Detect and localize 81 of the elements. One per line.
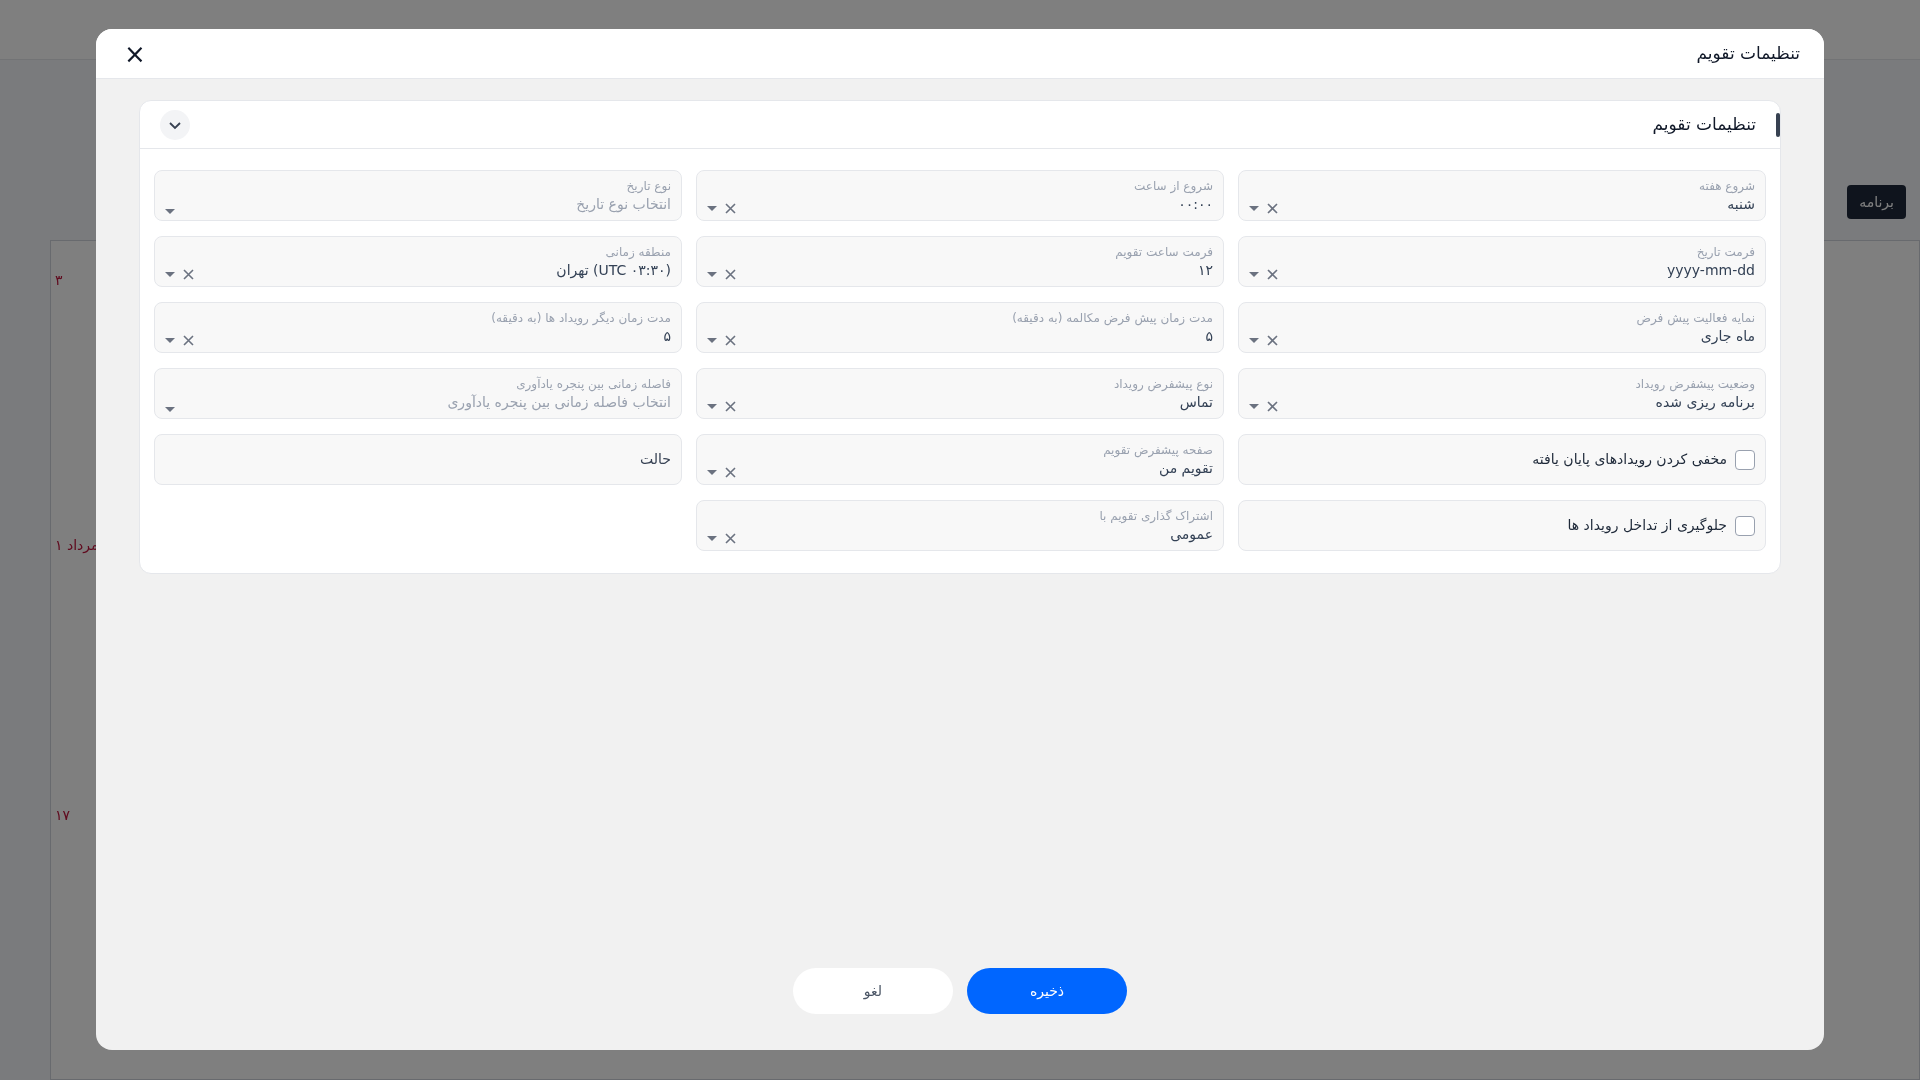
clear-icon[interactable] — [1267, 401, 1278, 412]
dropdown-caret-icon[interactable] — [707, 338, 717, 343]
field-value: ماه جاری — [1699, 326, 1755, 346]
field-label: مدت زمان دیگر رویداد ها (به دقیقه) — [491, 309, 671, 326]
dropdown-caret-icon[interactable] — [707, 536, 717, 541]
dropdown-caret-icon[interactable] — [707, 404, 717, 409]
field-label: شروع از ساعت — [1133, 177, 1213, 194]
clear-icon[interactable] — [725, 533, 736, 544]
select-field[interactable]: اشتراک گذاری تقویم با عمومی — [696, 500, 1224, 551]
select-field[interactable]: شروع از ساعت ۰۰:۰۰ — [696, 170, 1224, 221]
field-label: مدت زمان پیش فرض مکالمه (به دقیقه) — [1012, 309, 1213, 326]
clear-icon[interactable] — [1267, 269, 1278, 280]
checkbox[interactable] — [1735, 449, 1755, 470]
dialog-title: تنظیمات تقویم — [1696, 41, 1800, 65]
field-label: فرمت تاریخ — [1695, 243, 1755, 260]
field-value: ۵ — [1204, 326, 1213, 346]
select-field[interactable]: نوع پیشفرض رویداد تماس — [696, 368, 1224, 419]
field-label: فاصله زمانی بین پنجره یادآوری — [515, 375, 671, 392]
clear-icon[interactable] — [1267, 203, 1278, 214]
field-label: نوع پیشفرض رویداد — [1113, 375, 1213, 392]
clear-icon[interactable] — [725, 401, 736, 412]
field-placeholder: انتخاب نوع تاریخ — [576, 194, 671, 214]
dropdown-caret-icon[interactable] — [165, 209, 175, 214]
field-label: صفحه پیشفرض تقویم — [1103, 441, 1213, 458]
dropdown-caret-icon[interactable] — [1249, 206, 1259, 211]
clear-icon[interactable] — [183, 335, 194, 346]
select-field[interactable]: منطقه زمانی (UTC ۰۳:۳۰) تهران — [154, 236, 682, 287]
dropdown-caret-icon[interactable] — [707, 272, 717, 277]
field-value: عمومی — [1169, 524, 1213, 544]
field-value: (UTC ۰۳:۳۰) تهران — [556, 260, 671, 280]
accent-bar — [1776, 113, 1780, 137]
cancel-button[interactable]: لغو — [793, 968, 953, 1014]
clear-icon[interactable] — [1267, 335, 1278, 346]
select-field[interactable]: مدت زمان دیگر رویداد ها (به دقیقه) ۵ — [154, 302, 682, 353]
dropdown-caret-icon[interactable] — [1249, 338, 1259, 343]
field-value: ۱۲ — [1196, 260, 1213, 280]
text-field[interactable]: حالت — [154, 434, 682, 485]
field-value: تماس — [1178, 392, 1213, 412]
field-label: فرمت ساعت تقویم — [1115, 243, 1213, 260]
clear-icon[interactable] — [725, 335, 736, 346]
field-value: تقویم من — [1157, 458, 1213, 478]
field-value: ۰۰:۰۰ — [1177, 194, 1213, 214]
dropdown-caret-icon[interactable] — [707, 206, 717, 211]
field-label: منطقه زمانی — [604, 243, 671, 260]
select-field[interactable]: شروع هفته شنبه — [1238, 170, 1766, 221]
field-placeholder: انتخاب فاصله زمانی بین پنجره یادآوری — [447, 392, 671, 412]
select-field[interactable]: فرمت ساعت تقویم ۱۲ — [696, 236, 1224, 287]
clear-icon[interactable] — [725, 467, 736, 478]
dropdown-caret-icon[interactable] — [1249, 404, 1259, 409]
field-label: وضعیت پیشفرض رویداد — [1635, 375, 1755, 392]
dropdown-caret-icon[interactable] — [707, 470, 717, 475]
dropdown-caret-icon[interactable] — [165, 338, 175, 343]
field-label: حالت — [640, 450, 671, 469]
side-button[interactable]: برنامه — [1847, 185, 1906, 219]
field-label: شروع هفته — [1699, 177, 1755, 194]
close-button[interactable]: × — [120, 40, 150, 67]
checkbox[interactable] — [1735, 515, 1755, 536]
select-field[interactable]: وضعیت پیشفرض رویداد برنامه ریزی شده — [1238, 368, 1766, 419]
select-field[interactable]: صفحه پیشفرض تقویم تقویم من — [696, 434, 1224, 485]
field-label: اشتراک گذاری تقویم با — [1099, 507, 1213, 524]
checkbox-label: مخفی کردن رویدادهای پایان یافته — [1532, 450, 1727, 470]
field-label: نمایه فعالیت پیش فرض — [1636, 309, 1755, 326]
field-value: شنبه — [1726, 194, 1755, 214]
clear-icon[interactable] — [183, 269, 194, 280]
dropdown-caret-icon[interactable] — [165, 407, 175, 412]
clear-icon[interactable] — [725, 269, 736, 280]
card-title: تنظیمات تقویم — [1652, 112, 1756, 136]
clear-icon[interactable] — [725, 203, 736, 214]
field-value: برنامه ریزی شده — [1654, 392, 1755, 412]
select-field[interactable]: مدت زمان پیش فرض مکالمه (به دقیقه) ۵ — [696, 302, 1224, 353]
dropdown-caret-icon[interactable] — [165, 272, 175, 277]
save-button[interactable]: ذخیره — [967, 968, 1127, 1014]
select-field[interactable]: نمایه فعالیت پیش فرض ماه جاری — [1238, 302, 1766, 353]
day-number: ۳ — [55, 271, 63, 290]
checkbox-label: جلوگیری از تداخل رویداد ها — [1567, 516, 1727, 536]
field-value: ۵ — [662, 326, 671, 346]
collapse-toggle[interactable] — [160, 109, 190, 140]
field-label: نوع تاریخ — [625, 177, 671, 194]
day-number: ۱۷ — [55, 806, 71, 825]
field-value: yyyy-mm-dd — [1666, 260, 1755, 280]
dropdown-caret-icon[interactable] — [1249, 272, 1259, 277]
